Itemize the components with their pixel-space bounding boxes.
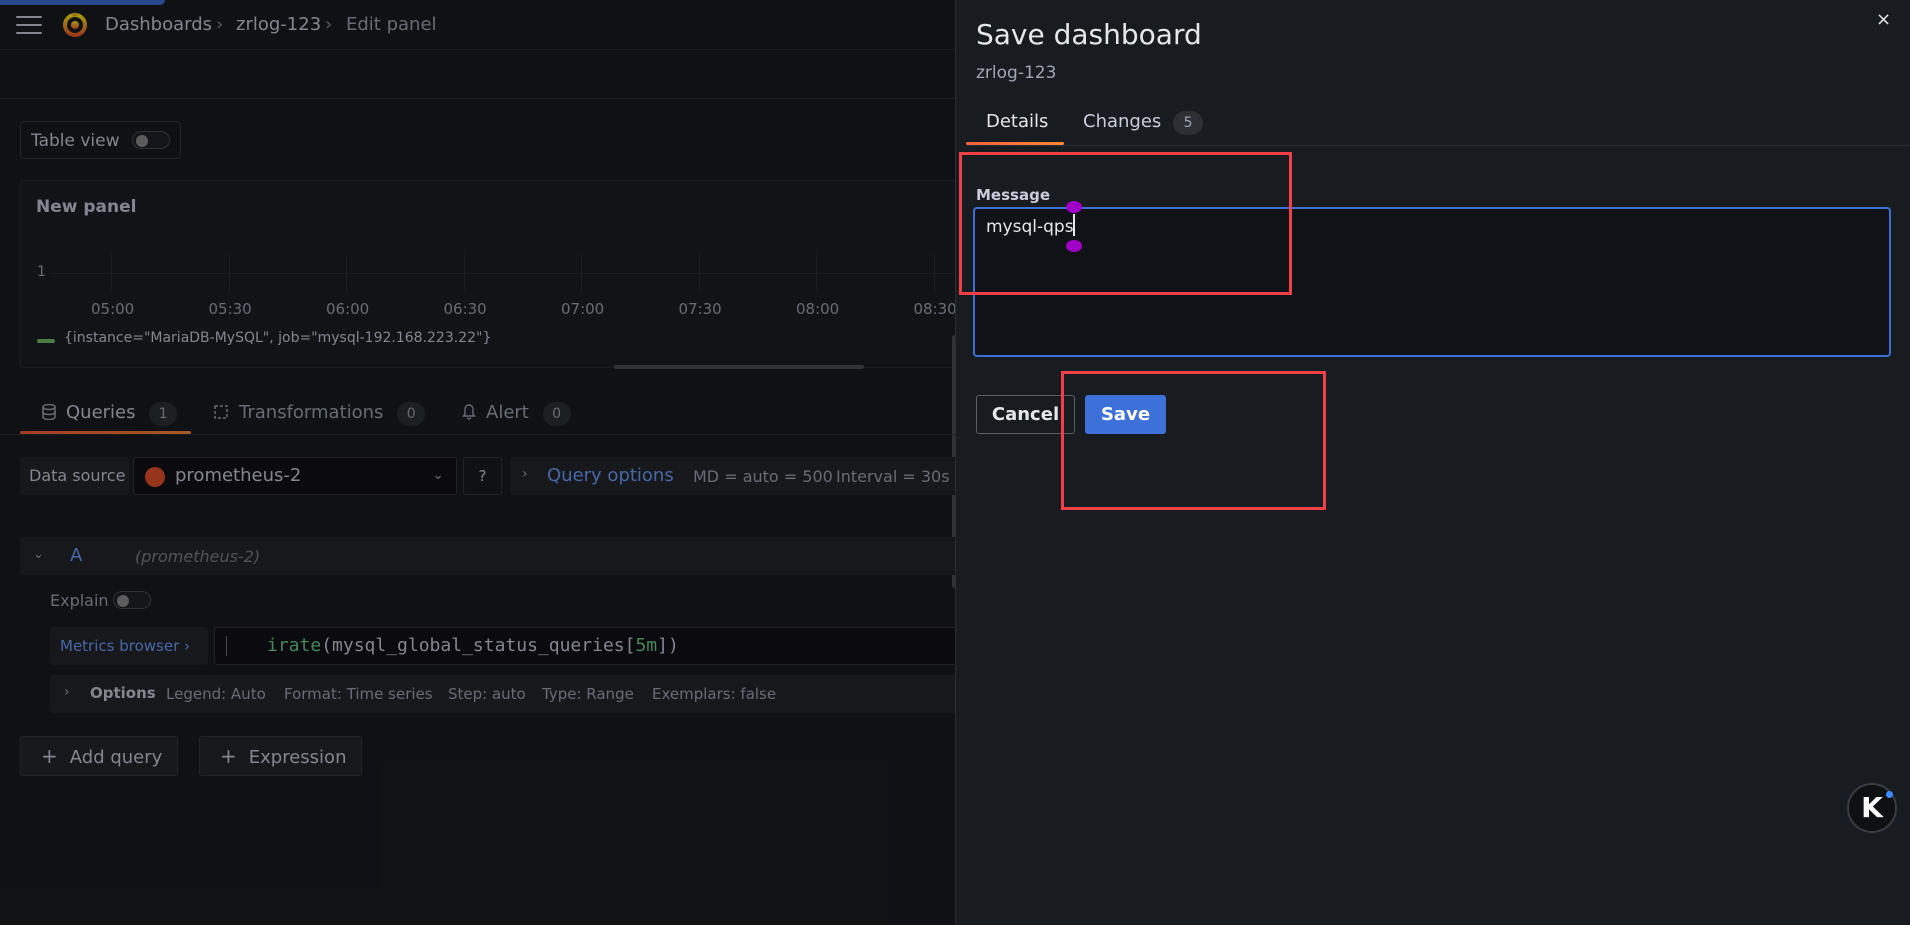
- tab-changes-label: Changes: [1083, 111, 1162, 132]
- annotation-box-save: [1061, 371, 1326, 510]
- assistant-badge[interactable]: K: [1847, 783, 1897, 833]
- drawer-title: Save dashboard: [976, 18, 1202, 51]
- tab-details[interactable]: Details: [986, 111, 1048, 132]
- status-dot: [1886, 791, 1893, 798]
- close-icon[interactable]: ×: [1876, 9, 1891, 30]
- changes-count-badge: 5: [1173, 111, 1204, 135]
- tab-changes[interactable]: Changes 5: [1083, 111, 1204, 135]
- drawer-subtitle: zrlog-123: [976, 63, 1057, 83]
- tabs-divider: [966, 145, 1910, 146]
- annotation-box-message: [959, 152, 1292, 295]
- modal-backdrop[interactable]: [0, 0, 955, 925]
